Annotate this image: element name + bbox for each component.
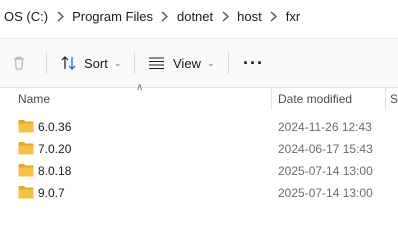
- file-name: 9.0.7: [38, 186, 65, 200]
- delete-button[interactable]: [8, 48, 30, 78]
- chevron-right-icon[interactable]: [262, 0, 286, 32]
- column-header-date-modified[interactable]: Date modified: [278, 92, 352, 106]
- breadcrumb: OS (C:) Program Files dotnet host fxr: [0, 0, 398, 32]
- command-bar: Sort ⌄ View ⌄ ···: [0, 38, 398, 88]
- folder-icon: [18, 186, 34, 199]
- list-item[interactable]: 9.0.7 2025-07-14 13:00: [0, 182, 398, 204]
- file-name: 8.0.18: [38, 164, 72, 178]
- more-icon: ···: [243, 52, 264, 73]
- file-date-modified: 2025-07-14 13:00: [278, 186, 373, 200]
- list-item[interactable]: 6.0.36 2024-11-26 12:43: [0, 116, 398, 138]
- folder-icon: [18, 142, 34, 155]
- sort-arrows-icon: [61, 56, 76, 70]
- sort-button[interactable]: Sort ⌄: [60, 48, 121, 78]
- view-label: View: [173, 55, 201, 71]
- column-header-size[interactable]: Si: [390, 92, 398, 106]
- breadcrumb-item-os[interactable]: OS (C:): [0, 9, 48, 24]
- breadcrumb-item-fxr[interactable]: fxr: [286, 9, 300, 24]
- chevron-down-icon: ⌄: [113, 57, 122, 68]
- folder-icon: [18, 164, 34, 177]
- chevron-right-icon[interactable]: [213, 0, 237, 32]
- breadcrumb-item-dotnet[interactable]: dotnet: [177, 9, 213, 24]
- file-date-modified: 2025-07-14 13:00: [278, 164, 373, 178]
- list-item[interactable]: 7.0.20 2024-06-17 15:43: [0, 138, 398, 160]
- column-resize-handle[interactable]: [385, 88, 386, 110]
- column-header: ∧ Name Date modified Si: [0, 82, 398, 110]
- more-options-button[interactable]: ···: [243, 48, 264, 78]
- file-date-modified: 2024-06-17 15:43: [278, 142, 373, 156]
- list-item[interactable]: 8.0.18 2025-07-14 13:00: [0, 160, 398, 182]
- trash-icon: [14, 56, 24, 70]
- file-list: 6.0.36 2024-11-26 12:43 7.0.20 2024-06-1…: [0, 116, 398, 204]
- file-name: 7.0.20: [38, 142, 72, 156]
- folder-icon: [18, 120, 34, 133]
- column-header-name[interactable]: Name: [18, 92, 50, 106]
- view-list-icon: [149, 57, 164, 70]
- sort-label: Sort: [84, 55, 108, 71]
- chevron-right-icon[interactable]: [153, 0, 177, 32]
- chevron-down-icon: ⌄: [206, 57, 215, 68]
- breadcrumb-item-program-files[interactable]: Program Files: [72, 9, 153, 24]
- sort-ascending-icon: ∧: [136, 82, 144, 93]
- file-date-modified: 2024-11-26 12:43: [278, 120, 372, 134]
- toolbar-divider: [46, 52, 47, 74]
- file-explorer-window: OS (C:) Program Files dotnet host fxr So…: [0, 0, 398, 207]
- toolbar-divider: [134, 52, 135, 74]
- breadcrumb-item-host[interactable]: host: [237, 9, 262, 24]
- toolbar-divider: [228, 52, 229, 74]
- view-button[interactable]: View ⌄: [148, 48, 215, 78]
- chevron-right-icon[interactable]: [48, 0, 72, 32]
- file-name: 6.0.36: [38, 120, 72, 134]
- column-resize-handle[interactable]: [271, 88, 272, 110]
